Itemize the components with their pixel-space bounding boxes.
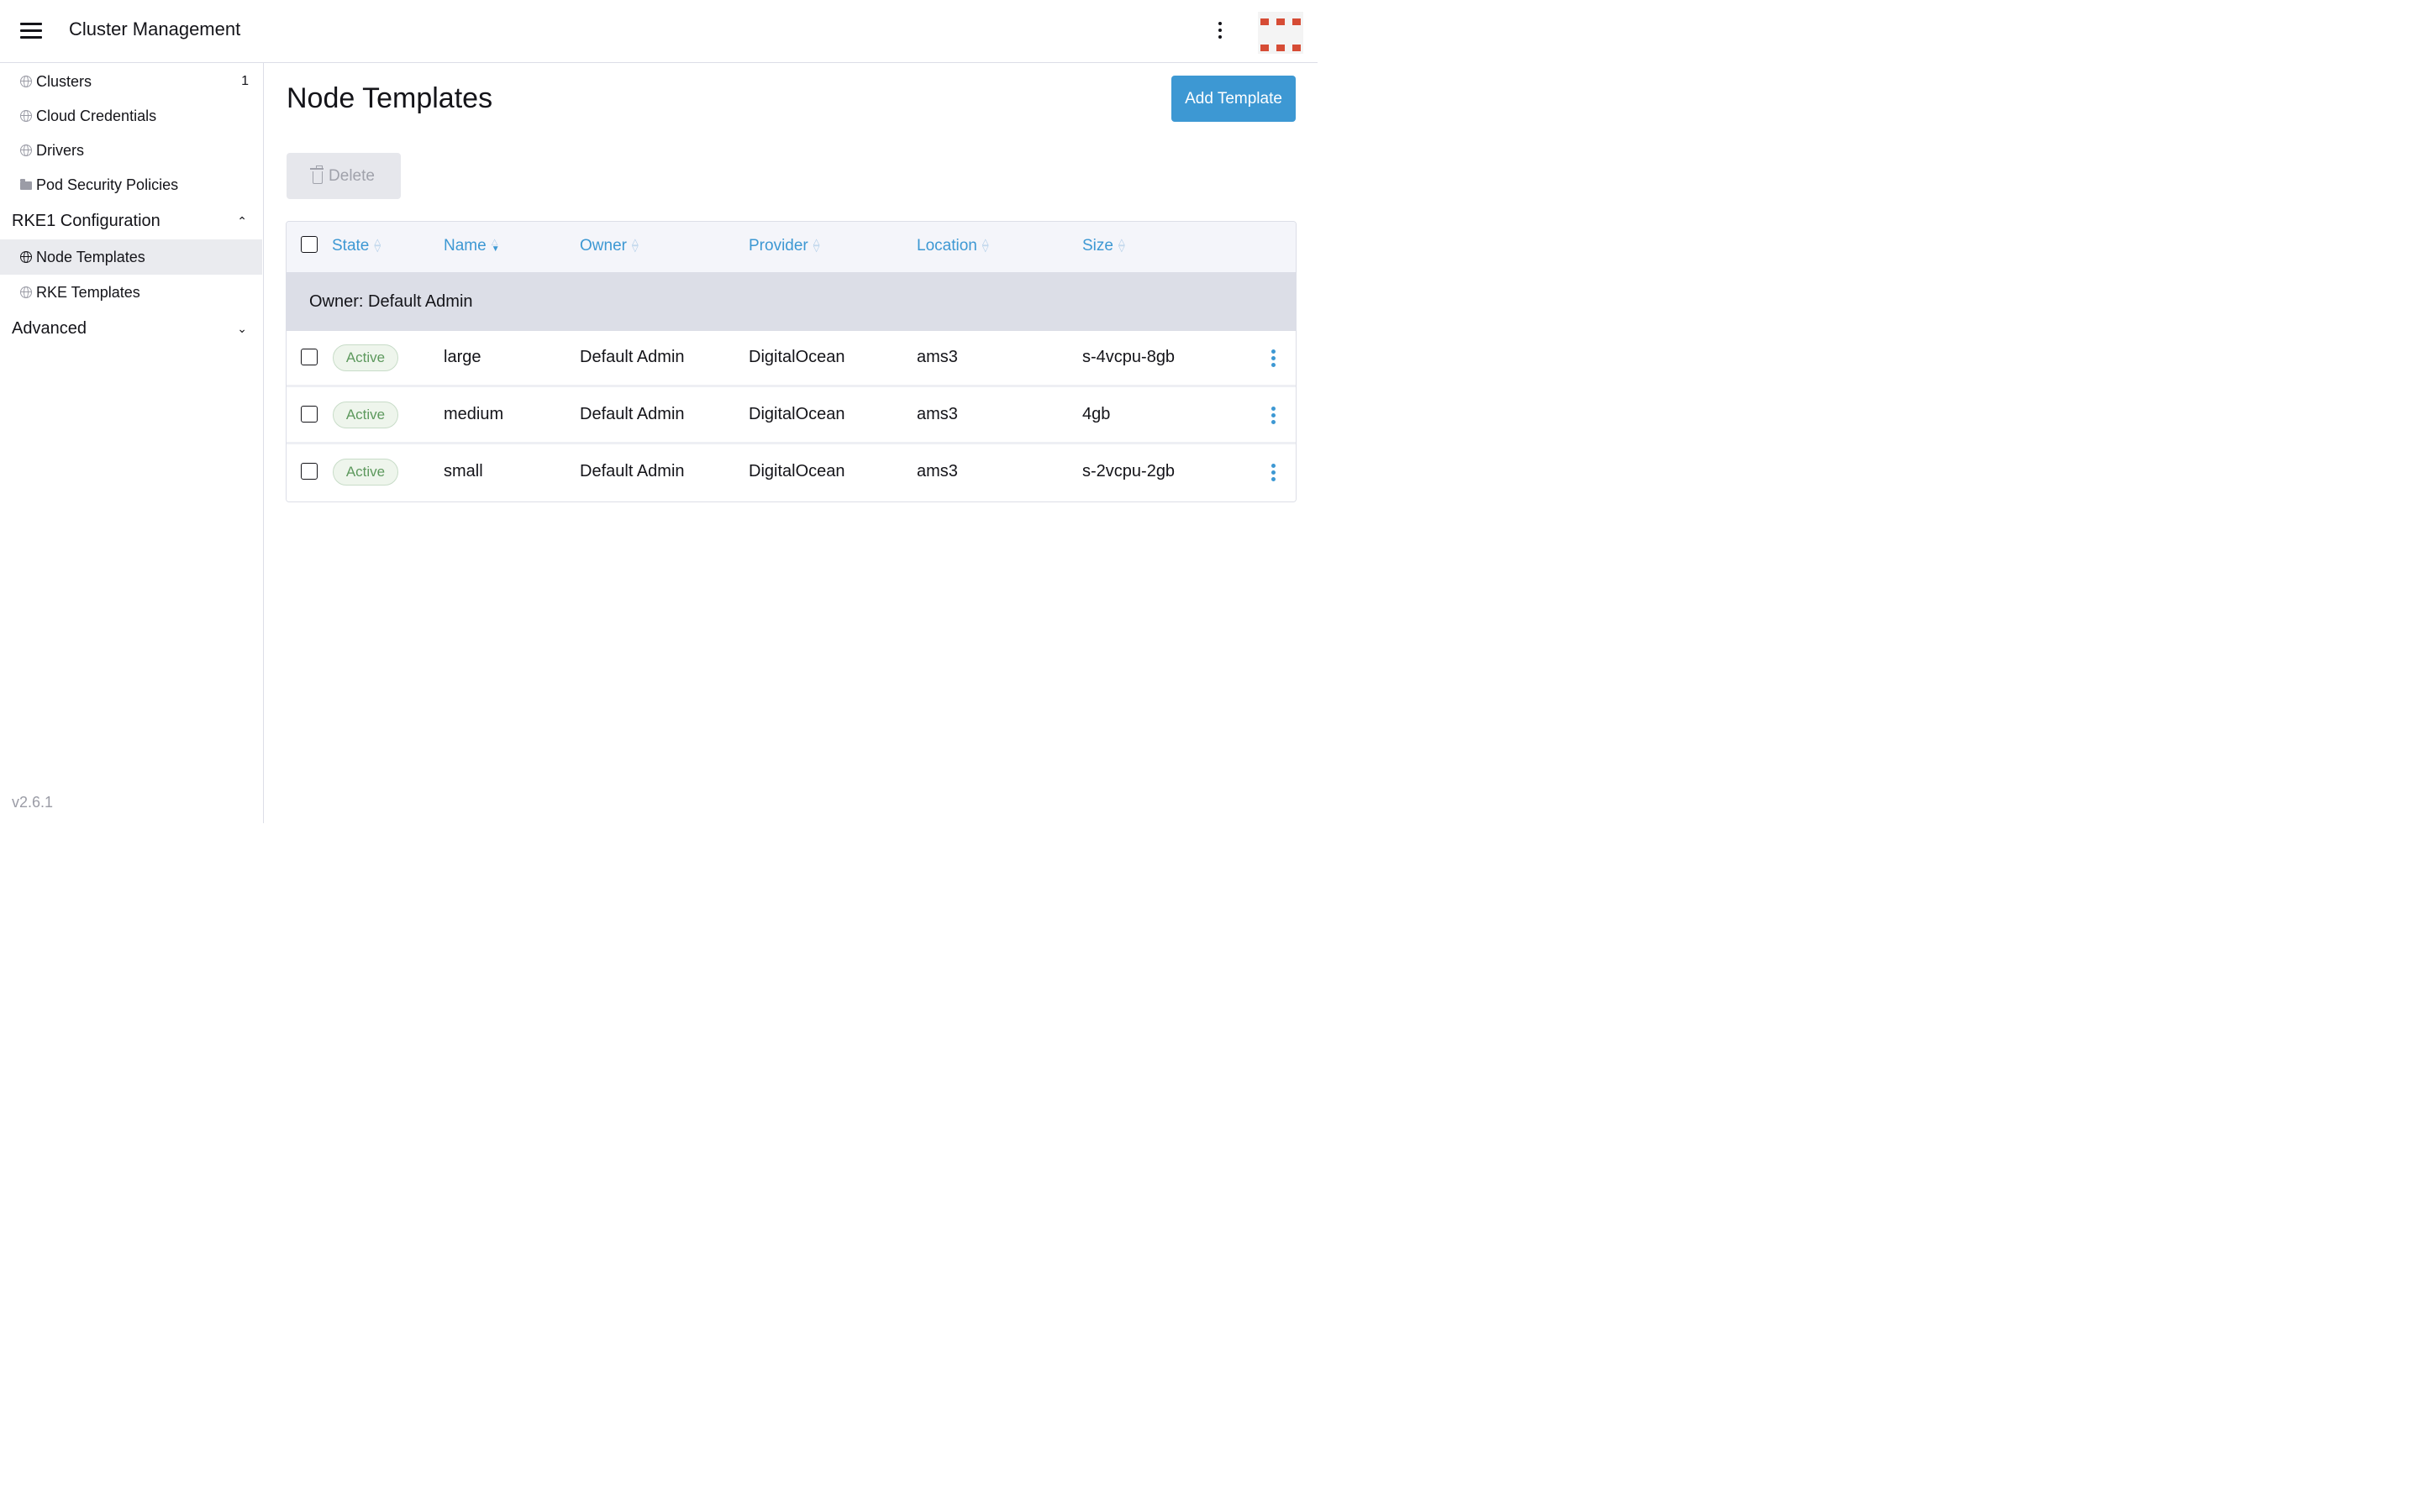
- sidebar-group-label: Advanced: [12, 318, 87, 338]
- sidebar-item-label: Clusters: [36, 72, 92, 90]
- sidebar-item-label: RKE Templates: [36, 283, 140, 301]
- globe-icon: [20, 251, 32, 263]
- chevron-up-icon: ⌃: [237, 213, 247, 228]
- sidebar-group-rke1-configuration[interactable]: RKE1 Configuration ⌃: [0, 204, 262, 238]
- row-actions-icon[interactable]: [1268, 464, 1278, 482]
- version-label: v2.6.1: [12, 794, 54, 811]
- row-checkbox[interactable]: [301, 406, 318, 423]
- column-header-label: Owner: [580, 237, 627, 255]
- cell-name: medium: [444, 405, 504, 423]
- sidebar-item-clusters[interactable]: Clusters 1: [0, 65, 262, 98]
- hamburger-menu-icon[interactable]: [20, 23, 42, 39]
- cell-owner: Default Admin: [580, 348, 685, 366]
- row-actions-icon[interactable]: [1268, 349, 1278, 368]
- column-header-provider[interactable]: Provider △ ▽: [749, 237, 819, 255]
- row-checkbox[interactable]: [301, 349, 318, 365]
- sort-icon: △ ▽: [631, 238, 639, 254]
- column-header-state[interactable]: State △ ▽: [332, 237, 381, 255]
- table-row[interactable]: Active large Default Admin DigitalOcean …: [287, 331, 1296, 387]
- column-header-size[interactable]: Size △ ▽: [1082, 237, 1125, 255]
- globe-icon: [20, 110, 32, 122]
- select-all-checkbox[interactable]: [301, 236, 318, 253]
- cell-size: 4gb: [1082, 405, 1111, 423]
- cell-size: s-4vcpu-8gb: [1082, 348, 1176, 366]
- sort-icon: △ ▽: [981, 238, 989, 254]
- folder-icon: [20, 179, 32, 190]
- group-row-owner: Owner: Default Admin: [287, 273, 1296, 331]
- cell-owner: Default Admin: [580, 405, 685, 423]
- column-header-location[interactable]: Location △ ▽: [917, 237, 989, 255]
- sidebar-item-label: Drivers: [36, 141, 84, 159]
- sort-desc-icon: △ ▼: [491, 238, 500, 254]
- more-options-icon[interactable]: [1213, 22, 1228, 42]
- sidebar-item-drivers[interactable]: Drivers: [0, 134, 262, 167]
- row-actions-icon[interactable]: [1268, 407, 1278, 425]
- page-title: Node Templates: [287, 82, 493, 114]
- column-header-name[interactable]: Name △ ▼: [444, 237, 500, 255]
- column-header-label: Size: [1082, 237, 1113, 255]
- sidebar-item-rke-templates[interactable]: RKE Templates: [0, 276, 262, 309]
- globe-icon: [20, 286, 32, 298]
- column-header-label: Location: [917, 237, 977, 255]
- table-row[interactable]: Active medium Default Admin DigitalOcean…: [287, 388, 1296, 444]
- cell-provider: DigitalOcean: [749, 348, 845, 366]
- cell-location: ams3: [917, 348, 958, 366]
- sidebar-group-label: RKE1 Configuration: [12, 211, 160, 230]
- globe-icon: [20, 76, 32, 87]
- sidebar-item-label: Cloud Credentials: [36, 107, 157, 124]
- sort-icon: △ ▽: [813, 238, 820, 254]
- sidebar: Clusters 1 Cloud Credentials Drivers Pod…: [0, 63, 264, 823]
- cell-name: small: [444, 462, 483, 480]
- cell-owner: Default Admin: [580, 462, 685, 480]
- column-header-label: Name: [444, 237, 487, 255]
- cell-provider: DigitalOcean: [749, 462, 845, 480]
- row-checkbox[interactable]: [301, 463, 318, 480]
- sidebar-item-cloud-credentials[interactable]: Cloud Credentials: [0, 99, 262, 133]
- column-header-label: Provider: [749, 237, 808, 255]
- node-templates-table: State △ ▽ Name △ ▼ Owner △ ▽ Provider △ ▽ Lo…: [286, 221, 1297, 502]
- clusters-count: 1: [241, 74, 249, 88]
- sidebar-item-node-templates[interactable]: Node Templates: [0, 239, 262, 275]
- sidebar-item-pod-security-policies[interactable]: Pod Security Policies: [0, 168, 262, 202]
- sidebar-item-label: Pod Security Policies: [36, 176, 179, 193]
- table-row[interactable]: Active small Default Admin DigitalOcean …: [287, 445, 1296, 501]
- cell-location: ams3: [917, 462, 958, 480]
- sidebar-item-label: Node Templates: [36, 248, 145, 265]
- status-badge: Active: [333, 402, 398, 428]
- sidebar-group-advanced[interactable]: Advanced ⌄: [0, 312, 262, 345]
- cell-size: s-2vcpu-2gb: [1082, 462, 1176, 480]
- add-template-button[interactable]: Add Template: [1171, 76, 1296, 122]
- trash-icon: [310, 165, 324, 184]
- delete-button-label: Delete: [329, 166, 375, 185]
- status-badge: Active: [333, 344, 398, 371]
- cell-provider: DigitalOcean: [749, 405, 845, 423]
- sort-icon: △ ▽: [1118, 238, 1125, 254]
- app-title: Cluster Management: [69, 18, 241, 39]
- cell-location: ams3: [917, 405, 958, 423]
- table-header: State △ ▽ Name △ ▼ Owner △ ▽ Provider △ ▽ Lo…: [287, 222, 1296, 273]
- cell-name: large: [444, 348, 481, 366]
- cluster-logo[interactable]: [1258, 12, 1303, 54]
- top-header: Cluster Management: [0, 0, 1318, 63]
- delete-button[interactable]: Delete: [287, 153, 401, 199]
- globe-icon: [20, 144, 32, 156]
- chevron-down-icon: ⌄: [237, 321, 247, 335]
- sort-icon: △ ▽: [374, 238, 381, 254]
- column-header-label: State: [332, 237, 370, 255]
- status-badge: Active: [333, 459, 398, 486]
- column-header-owner[interactable]: Owner △ ▽: [580, 237, 639, 255]
